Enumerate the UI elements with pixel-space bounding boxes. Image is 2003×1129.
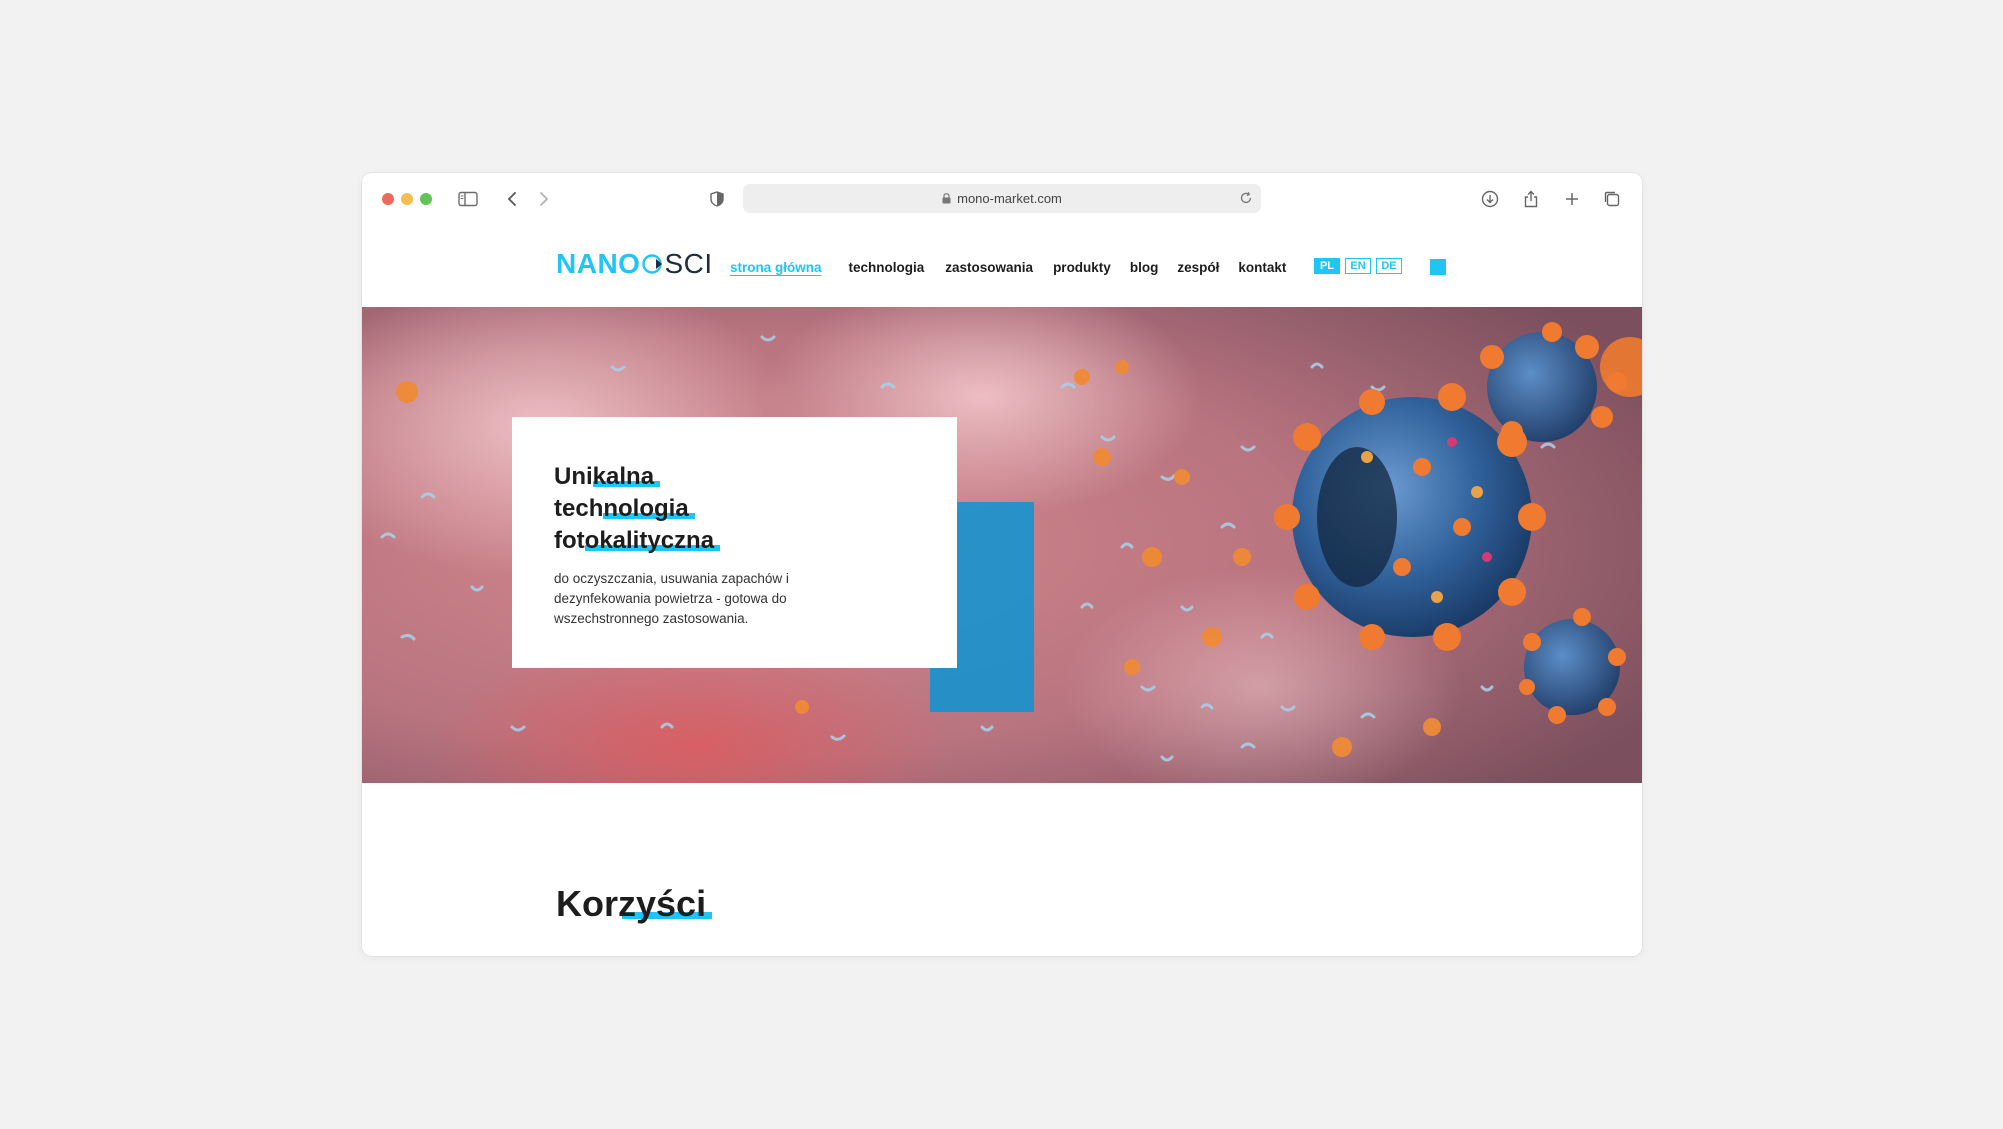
- nav-item-blog[interactable]: blog: [1130, 260, 1159, 275]
- new-tab-icon[interactable]: [1560, 187, 1584, 211]
- reload-icon[interactable]: [1239, 191, 1253, 208]
- hero-title-line1-highlight: kalna: [592, 463, 655, 490]
- section-title-highlight: zyści: [618, 883, 707, 924]
- hero-description: do oczyszczania, usuwania zapachów i dez…: [554, 571, 789, 626]
- zoom-window-button[interactable]: [420, 193, 432, 205]
- hero-section: Unikalna technologia fotokalityczna do o…: [362, 307, 1642, 783]
- nav-item-technologia[interactable]: technologia: [849, 260, 925, 275]
- section-title-korzysci: Korzyści: [556, 883, 706, 925]
- browser-window: mono-market.com NANO SCI strona główna t…: [362, 173, 1642, 956]
- download-icon[interactable]: [1478, 187, 1502, 211]
- lock-icon: [942, 193, 951, 204]
- hero-title: Unikalna technologia fotokalityczna: [554, 461, 714, 557]
- nav-item-produkty[interactable]: produkty: [1053, 260, 1111, 275]
- logo-nano-text: NANO: [556, 248, 641, 279]
- sidebar-icon[interactable]: [456, 187, 480, 211]
- logo-sci-text: SCI: [664, 248, 713, 279]
- nav-item-zespol[interactable]: zespół: [1177, 260, 1219, 275]
- lang-pl-button[interactable]: PL: [1314, 258, 1340, 274]
- site-header: NANO SCI strona główna technologia zasto…: [362, 225, 1642, 306]
- nav-item-zastosowania[interactable]: zastosowania: [945, 260, 1033, 275]
- share-icon[interactable]: [1519, 187, 1543, 211]
- main-nav: strona główna technologia zastosowania p…: [730, 260, 1286, 275]
- nav-item-kontakt[interactable]: kontakt: [1238, 260, 1286, 275]
- lang-de-button[interactable]: DE: [1376, 258, 1402, 274]
- close-window-button[interactable]: [382, 193, 394, 205]
- back-icon[interactable]: [500, 187, 524, 211]
- logo-arrow-icon: [641, 253, 663, 275]
- tabs-overview-icon[interactable]: [1600, 187, 1624, 211]
- browser-toolbar: mono-market.com: [362, 173, 1642, 226]
- section-title-prefix: Kor: [556, 883, 618, 924]
- address-bar[interactable]: mono-market.com: [743, 184, 1261, 213]
- hero-title-line2-prefix: tech: [554, 495, 604, 522]
- hero-title-line1-prefix: Uni: [554, 463, 593, 490]
- lang-en-button[interactable]: EN: [1345, 258, 1371, 274]
- minimize-window-button[interactable]: [401, 193, 413, 205]
- shield-icon[interactable]: [705, 187, 729, 211]
- nav-item-strona-glowna[interactable]: strona główna: [730, 260, 822, 275]
- menu-square-icon[interactable]: [1430, 259, 1446, 275]
- hero-card: Unikalna technologia fotokalityczna do o…: [512, 417, 957, 668]
- url-text: mono-market.com: [957, 191, 1062, 206]
- language-switcher: PL EN DE: [1314, 258, 1407, 274]
- forward-icon[interactable]: [532, 187, 556, 211]
- hero-title-line3-prefix: fot: [554, 527, 585, 554]
- hero-title-line2-highlight: nologia: [603, 495, 689, 522]
- hero-title-line3-highlight: okalityczna: [584, 527, 715, 554]
- site-logo[interactable]: NANO SCI: [556, 247, 713, 281]
